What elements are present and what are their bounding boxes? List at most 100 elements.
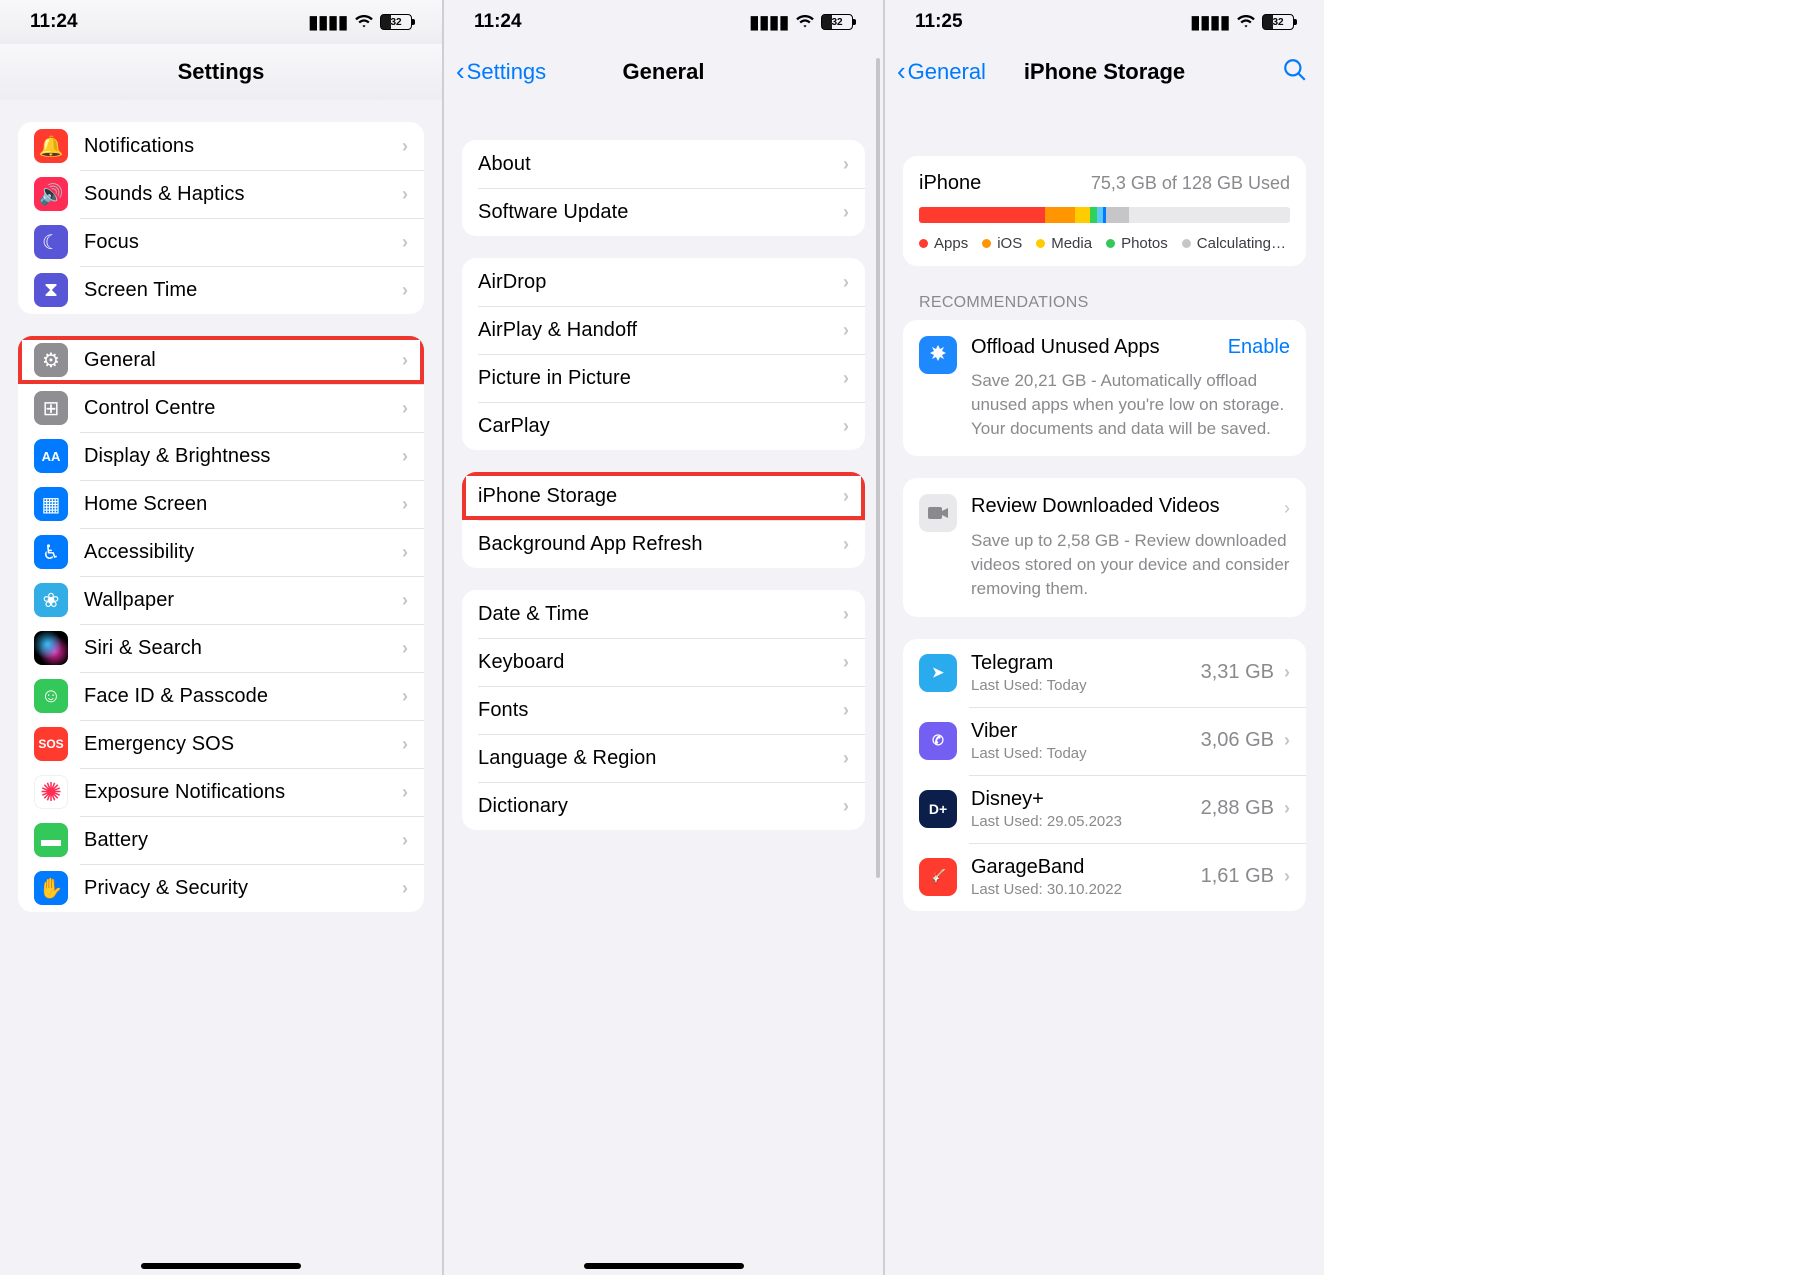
settings-row-accessibility[interactable]: ♿︎ Accessibility › [18, 528, 424, 576]
general-row-about[interactable]: About › [462, 140, 865, 188]
app-row-disney+[interactable]: D+ Disney+ Last Used: 29.05.2023 2,88 GB… [903, 775, 1306, 843]
legend-item: Photos [1106, 235, 1168, 252]
chevron-right-icon: › [1284, 662, 1290, 683]
cell-label: Sounds & Haptics [84, 183, 402, 206]
settings-row-siri[interactable]: Siri & Search › [18, 624, 424, 672]
general-row-datetime[interactable]: Date & Time › [462, 590, 865, 638]
chevron-right-icon: › [843, 796, 849, 817]
app-size: 3,06 GB [1201, 729, 1274, 752]
app-last-used: Last Used: 29.05.2023 [971, 813, 1201, 830]
app-icon: ➤ [919, 654, 957, 692]
app-row-viber[interactable]: ✆ Viber Last Used: Today 3,06 GB › [903, 707, 1306, 775]
general-row-fonts[interactable]: Fonts › [462, 686, 865, 734]
home-indicator[interactable] [141, 1263, 301, 1269]
cell-label: Home Screen [84, 493, 402, 516]
cell-label: Screen Time [84, 279, 402, 302]
chevron-right-icon: › [402, 782, 408, 803]
general-row-softwareupdate[interactable]: Software Update › [462, 188, 865, 236]
chevron-right-icon: › [402, 494, 408, 515]
chevron-right-icon: › [843, 700, 849, 721]
settings-row-screentime[interactable]: ⧗ Screen Time › [18, 266, 424, 314]
legend-label: iOS [997, 235, 1022, 252]
settings-row-focus[interactable]: ☾ Focus › [18, 218, 424, 266]
appstore-icon [919, 336, 957, 374]
storage-summary-card: iPhone 75,3 GB of 128 GB Used Apps iOS M… [903, 156, 1306, 266]
cellular-icon: ▮▮▮▮ [1190, 13, 1230, 31]
general-scroll[interactable]: About › Software Update › AirDrop › AirP… [444, 100, 883, 1275]
device-label: iPhone [919, 172, 981, 195]
cell-label: Keyboard [478, 651, 843, 674]
phone-storage: 11:25 ▮▮▮▮ 32 ‹ General iPhone Storage i… [883, 0, 1324, 1275]
page-title: Settings [0, 59, 442, 85]
settings-row-privacy[interactable]: ✋ Privacy & Security › [18, 864, 424, 912]
battery-icon: 32 [821, 14, 853, 30]
settings-row-general[interactable]: ⚙ General › [18, 336, 424, 384]
page-title: iPhone Storage [885, 59, 1324, 85]
wifi-icon [795, 13, 815, 32]
settings-row-controlcentre[interactable]: ⊞ Control Centre › [18, 384, 424, 432]
settings-row-notifications[interactable]: 🔔 Notifications › [18, 122, 424, 170]
chevron-right-icon: › [402, 184, 408, 205]
app-row-telegram[interactable]: ➤ Telegram Last Used: Today 3,31 GB › [903, 639, 1306, 707]
display-icon: AA [34, 439, 68, 473]
storage-used-text: 75,3 GB of 128 GB Used [1091, 173, 1290, 194]
chevron-right-icon: › [843, 652, 849, 673]
general-row-airdrop[interactable]: AirDrop › [462, 258, 865, 306]
general-row-keyboard[interactable]: Keyboard › [462, 638, 865, 686]
settings-row-sounds[interactable]: 🔊 Sounds & Haptics › [18, 170, 424, 218]
general-row-carplay[interactable]: CarPlay › [462, 402, 865, 450]
general-row-airplay[interactable]: AirPlay & Handoff › [462, 306, 865, 354]
storage-scroll[interactable]: iPhone 75,3 GB of 128 GB Used Apps iOS M… [885, 100, 1324, 1275]
settings-row-battery[interactable]: ▬ Battery › [18, 816, 424, 864]
focus-icon: ☾ [34, 225, 68, 259]
settings-row-wallpaper[interactable]: ❀ Wallpaper › [18, 576, 424, 624]
legend-dot [1182, 239, 1191, 248]
chevron-right-icon: › [402, 136, 408, 157]
settings-row-homescreen[interactable]: ▦ Home Screen › [18, 480, 424, 528]
controlcentre-icon: ⊞ [34, 391, 68, 425]
legend-item: Media [1036, 235, 1092, 252]
cellular-icon: ▮▮▮▮ [308, 13, 348, 31]
settings-row-exposure[interactable]: ✺ Exposure Notifications › [18, 768, 424, 816]
chevron-right-icon: › [402, 638, 408, 659]
reco-offload-unused-apps[interactable]: Offload Unused Apps Enable Save 20,21 GB… [903, 320, 1306, 456]
settings-row-display[interactable]: AA Display & Brightness › [18, 432, 424, 480]
search-button[interactable] [1282, 57, 1308, 88]
settings-row-sos[interactable]: SOS Emergency SOS › [18, 720, 424, 768]
cell-label: Exposure Notifications [84, 781, 402, 804]
settings-scroll[interactable]: 🔔 Notifications › 🔊 Sounds & Haptics › ☾… [0, 100, 442, 1275]
chevron-right-icon: › [843, 486, 849, 507]
app-size: 2,88 GB [1201, 797, 1274, 820]
general-row-bgrefresh[interactable]: Background App Refresh › [462, 520, 865, 568]
general-row-pip[interactable]: Picture in Picture › [462, 354, 865, 402]
settings-row-faceid[interactable]: ☺ Face ID & Passcode › [18, 672, 424, 720]
general-row-language[interactable]: Language & Region › [462, 734, 865, 782]
cell-label: Software Update [478, 201, 843, 224]
app-size: 1,61 GB [1201, 865, 1274, 888]
enable-button[interactable]: Enable [1228, 336, 1290, 359]
chevron-right-icon: › [1284, 730, 1290, 751]
reco-review-videos[interactable]: Review Downloaded Videos › Save up to 2,… [903, 478, 1306, 616]
battery-icon: 32 [380, 14, 412, 30]
battery-icon: 32 [1262, 14, 1294, 30]
page-title: General [444, 59, 883, 85]
general-row-storage[interactable]: iPhone Storage › [462, 472, 865, 520]
home-indicator[interactable] [584, 1263, 744, 1269]
cell-label: Picture in Picture [478, 367, 843, 390]
cell-label: Display & Brightness [84, 445, 402, 468]
legend-label: Photos [1121, 235, 1168, 252]
chevron-right-icon: › [402, 398, 408, 419]
general-row-dictionary[interactable]: Dictionary › [462, 782, 865, 830]
phone-settings: 11:24 ▮▮▮▮ 32 Settings 🔔 Notifications ›… [0, 0, 442, 1275]
app-name: Viber [971, 720, 1201, 743]
app-icon: ✆ [919, 722, 957, 760]
cell-label: Background App Refresh [478, 533, 843, 556]
chevron-right-icon: › [843, 272, 849, 293]
app-list: ➤ Telegram Last Used: Today 3,31 GB › ✆ … [903, 639, 1306, 911]
app-row-garageband[interactable]: 🎸 GarageBand Last Used: 30.10.2022 1,61 … [903, 843, 1306, 911]
accessibility-icon: ♿︎ [34, 535, 68, 569]
reco-description: Save up to 2,58 GB - Review downloaded v… [971, 529, 1290, 600]
cell-label: AirPlay & Handoff [478, 319, 843, 342]
app-last-used: Last Used: Today [971, 745, 1201, 762]
siri-icon [34, 631, 68, 665]
